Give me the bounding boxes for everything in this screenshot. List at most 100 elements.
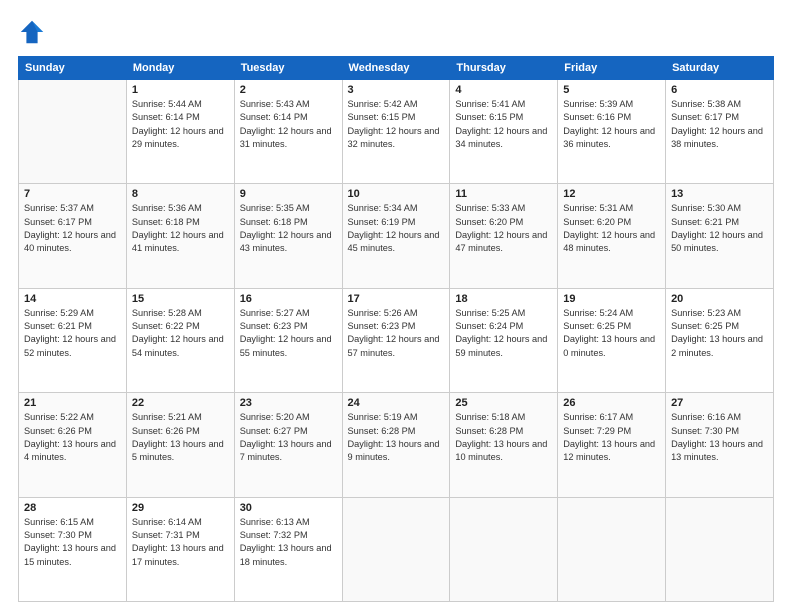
- day-info: Sunrise: 5:24 AMSunset: 6:25 PMDaylight:…: [563, 307, 660, 360]
- calendar-cell: [342, 497, 450, 601]
- day-info: Sunrise: 5:34 AMSunset: 6:19 PMDaylight:…: [348, 202, 445, 255]
- calendar-cell: 9 Sunrise: 5:35 AMSunset: 6:18 PMDaylight…: [234, 184, 342, 288]
- day-number: 11: [455, 188, 552, 200]
- day-info: Sunrise: 5:26 AMSunset: 6:23 PMDaylight:…: [348, 307, 445, 360]
- day-info: Sunrise: 6:13 AMSunset: 7:32 PMDaylight:…: [240, 516, 337, 569]
- calendar-cell: 25 Sunrise: 5:18 AMSunset: 6:28 PMDayligh…: [450, 393, 558, 497]
- logo-icon: [18, 18, 46, 46]
- calendar-cell: 3 Sunrise: 5:42 AMSunset: 6:15 PMDaylight…: [342, 80, 450, 184]
- calendar-cell: 10 Sunrise: 5:34 AMSunset: 6:19 PMDayligh…: [342, 184, 450, 288]
- day-info: Sunrise: 5:33 AMSunset: 6:20 PMDaylight:…: [455, 202, 552, 255]
- day-info: Sunrise: 6:16 AMSunset: 7:30 PMDaylight:…: [671, 411, 768, 464]
- day-number: 6: [671, 84, 768, 96]
- day-info: Sunrise: 5:30 AMSunset: 6:21 PMDaylight:…: [671, 202, 768, 255]
- day-info: Sunrise: 5:44 AMSunset: 6:14 PMDaylight:…: [132, 98, 229, 151]
- calendar-cell: 23 Sunrise: 5:20 AMSunset: 6:27 PMDayligh…: [234, 393, 342, 497]
- calendar-cell: 29Sunrise: 6:14 AMSunset: 7:31 PMDayligh…: [126, 497, 234, 601]
- calendar-cell: [19, 80, 127, 184]
- header: [18, 18, 774, 46]
- day-info: Sunrise: 5:25 AMSunset: 6:24 PMDaylight:…: [455, 307, 552, 360]
- day-info: Sunrise: 5:29 AMSunset: 6:21 PMDaylight:…: [24, 307, 121, 360]
- day-number: 23: [240, 397, 337, 409]
- day-info: Sunrise: 5:23 AMSunset: 6:25 PMDaylight:…: [671, 307, 768, 360]
- weekday-header-saturday: Saturday: [666, 57, 774, 80]
- day-info: Sunrise: 5:20 AMSunset: 6:27 PMDaylight:…: [240, 411, 337, 464]
- day-info: Sunrise: 6:15 AMSunset: 7:30 PMDaylight:…: [24, 516, 121, 569]
- calendar-cell: 5 Sunrise: 5:39 AMSunset: 6:16 PMDaylight…: [558, 80, 666, 184]
- day-number: 29: [132, 502, 229, 514]
- day-info: Sunrise: 5:28 AMSunset: 6:22 PMDaylight:…: [132, 307, 229, 360]
- calendar-cell: 6 Sunrise: 5:38 AMSunset: 6:17 PMDaylight…: [666, 80, 774, 184]
- calendar-cell: 16Sunrise: 5:27 AMSunset: 6:23 PMDayligh…: [234, 288, 342, 392]
- calendar-week-3: 14 Sunrise: 5:29 AMSunset: 6:21 PMDayligh…: [19, 288, 774, 392]
- day-number: 15: [132, 293, 229, 305]
- day-info: Sunrise: 5:18 AMSunset: 6:28 PMDaylight:…: [455, 411, 552, 464]
- calendar-cell: 17 Sunrise: 5:26 AMSunset: 6:23 PMDayligh…: [342, 288, 450, 392]
- day-number: 1: [132, 84, 229, 96]
- calendar-week-1: 1 Sunrise: 5:44 AMSunset: 6:14 PMDaylight…: [19, 80, 774, 184]
- day-number: 7: [24, 188, 121, 200]
- calendar-week-4: 21 Sunrise: 5:22 AMSunset: 6:26 PMDayligh…: [19, 393, 774, 497]
- day-info: Sunrise: 5:19 AMSunset: 6:28 PMDaylight:…: [348, 411, 445, 464]
- weekday-header-row: SundayMondayTuesdayWednesdayThursdayFrid…: [19, 57, 774, 80]
- calendar-cell: 28 Sunrise: 6:15 AMSunset: 7:30 PMDayligh…: [19, 497, 127, 601]
- day-number: 18: [455, 293, 552, 305]
- calendar-cell: 4 Sunrise: 5:41 AMSunset: 6:15 PMDaylight…: [450, 80, 558, 184]
- day-number: 12: [563, 188, 660, 200]
- day-number: 20: [671, 293, 768, 305]
- day-number: 10: [348, 188, 445, 200]
- calendar-cell: 11 Sunrise: 5:33 AMSunset: 6:20 PMDayligh…: [450, 184, 558, 288]
- day-number: 28: [24, 502, 121, 514]
- page: SundayMondayTuesdayWednesdayThursdayFrid…: [0, 0, 792, 612]
- day-number: 24: [348, 397, 445, 409]
- day-number: 4: [455, 84, 552, 96]
- weekday-header-thursday: Thursday: [450, 57, 558, 80]
- calendar-cell: 19Sunrise: 5:24 AMSunset: 6:25 PMDayligh…: [558, 288, 666, 392]
- day-number: 25: [455, 397, 552, 409]
- day-info: Sunrise: 5:21 AMSunset: 6:26 PMDaylight:…: [132, 411, 229, 464]
- day-number: 9: [240, 188, 337, 200]
- day-info: Sunrise: 5:39 AMSunset: 6:16 PMDaylight:…: [563, 98, 660, 151]
- calendar-cell: [450, 497, 558, 601]
- calendar-cell: 8 Sunrise: 5:36 AMSunset: 6:18 PMDaylight…: [126, 184, 234, 288]
- calendar-cell: 7 Sunrise: 5:37 AMSunset: 6:17 PMDaylight…: [19, 184, 127, 288]
- calendar-cell: 30 Sunrise: 6:13 AMSunset: 7:32 PMDayligh…: [234, 497, 342, 601]
- day-number: 8: [132, 188, 229, 200]
- day-info: Sunrise: 5:43 AMSunset: 6:14 PMDaylight:…: [240, 98, 337, 151]
- day-number: 22: [132, 397, 229, 409]
- day-number: 5: [563, 84, 660, 96]
- weekday-header-friday: Friday: [558, 57, 666, 80]
- day-info: Sunrise: 5:42 AMSunset: 6:15 PMDaylight:…: [348, 98, 445, 151]
- calendar-cell: 20 Sunrise: 5:23 AMSunset: 6:25 PMDayligh…: [666, 288, 774, 392]
- day-info: Sunrise: 5:38 AMSunset: 6:17 PMDaylight:…: [671, 98, 768, 151]
- calendar-week-5: 28 Sunrise: 6:15 AMSunset: 7:30 PMDayligh…: [19, 497, 774, 601]
- calendar-cell: 24 Sunrise: 5:19 AMSunset: 6:28 PMDayligh…: [342, 393, 450, 497]
- calendar-week-2: 7 Sunrise: 5:37 AMSunset: 6:17 PMDaylight…: [19, 184, 774, 288]
- calendar-cell: 14 Sunrise: 5:29 AMSunset: 6:21 PMDayligh…: [19, 288, 127, 392]
- day-info: Sunrise: 5:41 AMSunset: 6:15 PMDaylight:…: [455, 98, 552, 151]
- day-number: 13: [671, 188, 768, 200]
- day-info: Sunrise: 6:17 AMSunset: 7:29 PMDaylight:…: [563, 411, 660, 464]
- day-number: 16: [240, 293, 337, 305]
- day-number: 26: [563, 397, 660, 409]
- calendar-cell: 21 Sunrise: 5:22 AMSunset: 6:26 PMDayligh…: [19, 393, 127, 497]
- calendar-cell: 18 Sunrise: 5:25 AMSunset: 6:24 PMDayligh…: [450, 288, 558, 392]
- calendar-cell: [558, 497, 666, 601]
- calendar-cell: 22 Sunrise: 5:21 AMSunset: 6:26 PMDayligh…: [126, 393, 234, 497]
- day-info: Sunrise: 5:35 AMSunset: 6:18 PMDaylight:…: [240, 202, 337, 255]
- logo: [18, 18, 50, 46]
- day-number: 2: [240, 84, 337, 96]
- day-number: 21: [24, 397, 121, 409]
- day-info: Sunrise: 5:36 AMSunset: 6:18 PMDaylight:…: [132, 202, 229, 255]
- day-info: Sunrise: 5:22 AMSunset: 6:26 PMDaylight:…: [24, 411, 121, 464]
- day-number: 14: [24, 293, 121, 305]
- day-number: 27: [671, 397, 768, 409]
- calendar-cell: 12Sunrise: 5:31 AMSunset: 6:20 PMDayligh…: [558, 184, 666, 288]
- day-number: 17: [348, 293, 445, 305]
- calendar-cell: 2 Sunrise: 5:43 AMSunset: 6:14 PMDaylight…: [234, 80, 342, 184]
- day-number: 30: [240, 502, 337, 514]
- calendar-cell: 13 Sunrise: 5:30 AMSunset: 6:21 PMDayligh…: [666, 184, 774, 288]
- day-number: 3: [348, 84, 445, 96]
- day-info: Sunrise: 5:37 AMSunset: 6:17 PMDaylight:…: [24, 202, 121, 255]
- calendar-cell: 26 Sunrise: 6:17 AMSunset: 7:29 PMDayligh…: [558, 393, 666, 497]
